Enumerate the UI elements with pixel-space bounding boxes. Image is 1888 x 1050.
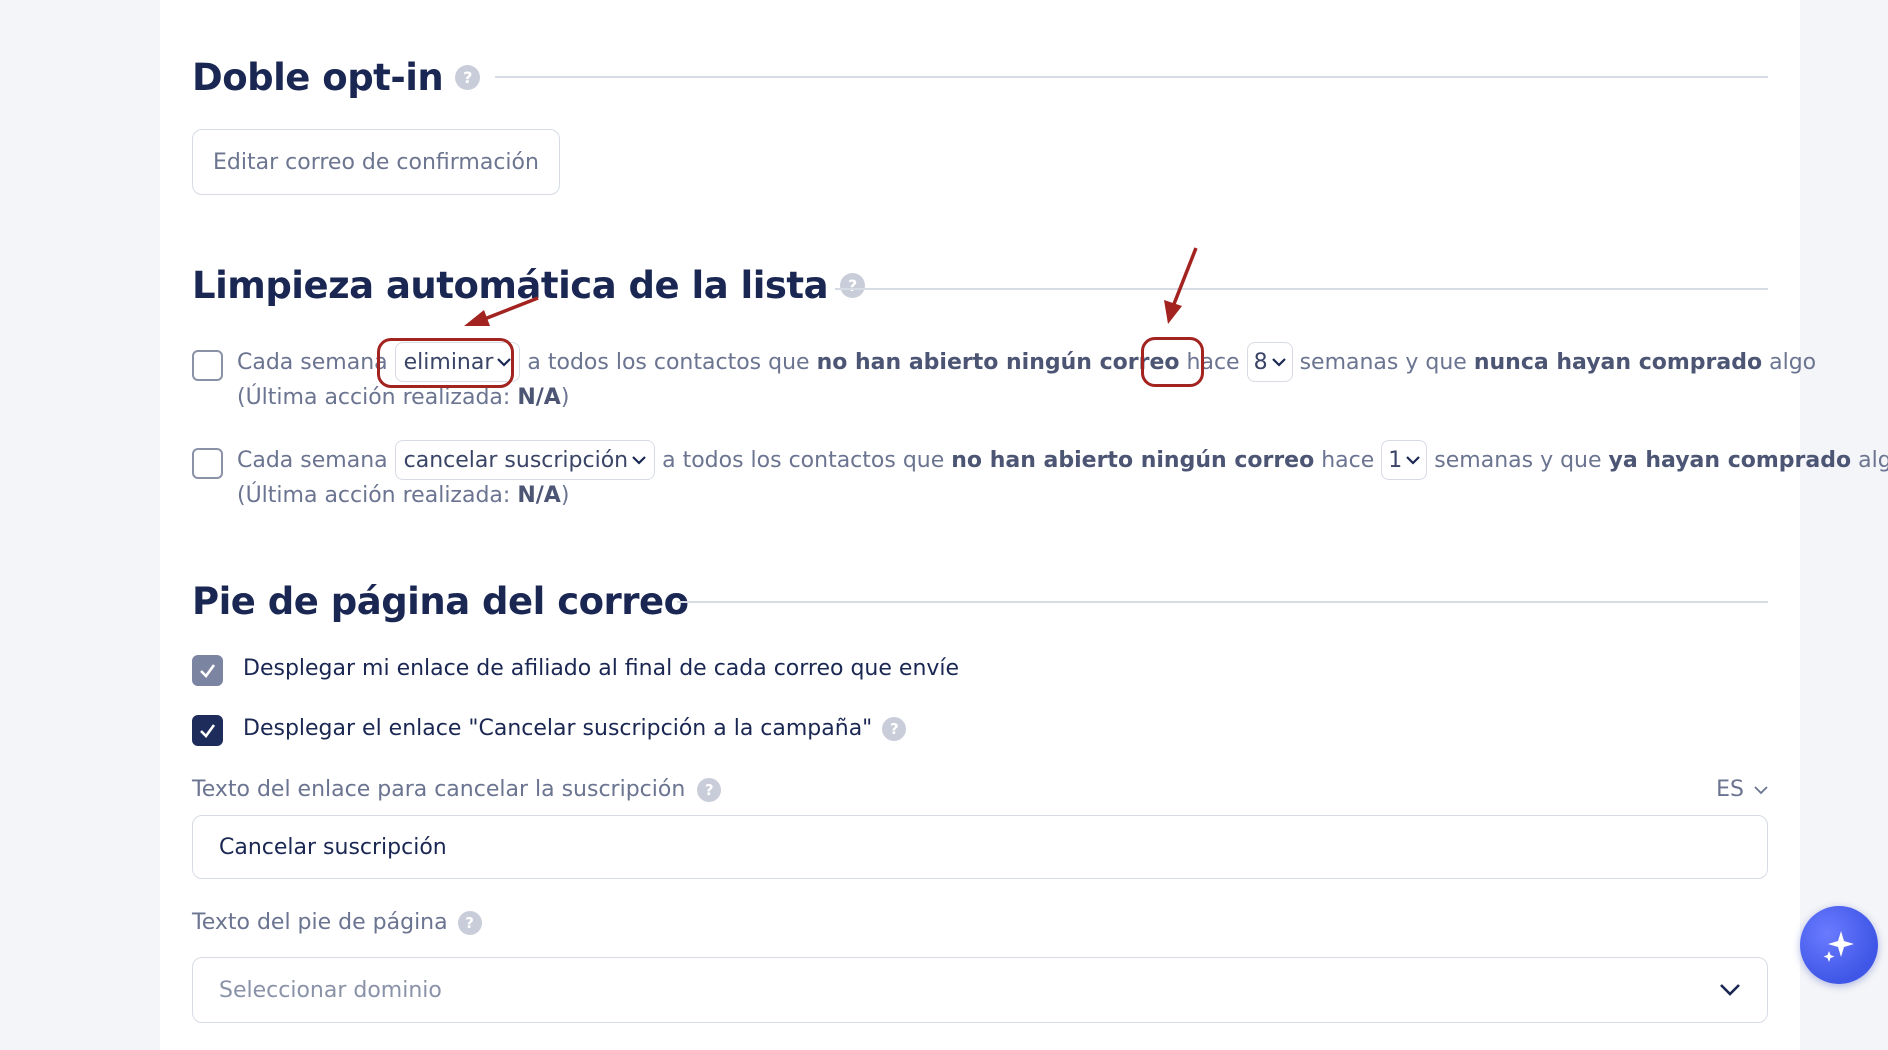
weeks-select-value: 1 [1388, 447, 1403, 473]
sparkle-icon [1823, 931, 1854, 962]
double-optin-header: Doble opt-in ? [192, 56, 481, 99]
check-icon [200, 724, 216, 738]
unsubscribe-link-option: Desplegar el enlace "Cancelar suscripció… [243, 716, 907, 741]
arrow-icon [1164, 247, 1198, 324]
last-action-value: N/A [517, 483, 561, 508]
cleanup-rule-1-checkbox[interactable] [192, 350, 223, 381]
cleanup-rule-2-last-action: (Última acción realizada: N/A) [237, 483, 569, 508]
footer-text-label-text: Texto del pie de página [192, 910, 448, 935]
chevron-down-icon [1406, 456, 1421, 465]
help-icon[interactable]: ? [697, 777, 722, 802]
chevron-down-icon [632, 456, 646, 465]
footer-header: Pie de página del correo [192, 580, 689, 623]
help-icon[interactable]: ? [457, 910, 482, 935]
action-select[interactable]: cancelar suscripción [394, 440, 656, 480]
rule-bold-text: nunca hayan comprado [1473, 349, 1763, 375]
edit-confirmation-email-button[interactable]: Editar correo de confirmación [192, 129, 560, 195]
rule-text: semanas y que [1299, 349, 1467, 375]
unsubscribe-link-label: Desplegar el enlace "Cancelar suscripció… [243, 716, 873, 741]
rule-text: Cada semana [237, 349, 388, 375]
help-icon[interactable]: ? [882, 716, 907, 741]
unsubscribe-link-checkbox[interactable] [192, 715, 223, 746]
cleanup-rule-1-last-action: (Última acción realizada: N/A) [237, 385, 569, 410]
footer-title: Pie de página del correo [192, 580, 689, 623]
arrow-icon [464, 296, 539, 326]
rule-text: a todos los contactos que [527, 349, 810, 375]
domain-select-placeholder: Seleccionar dominio [219, 977, 442, 1003]
language-value: ES [1716, 777, 1744, 802]
chevron-down-icon [1754, 785, 1768, 794]
check-icon [200, 664, 216, 678]
weeks-select[interactable]: 8 [1246, 342, 1293, 382]
divider [495, 76, 1768, 78]
last-action-label: (Última acción realizada: [237, 483, 511, 508]
rule-bold-text: no han abierto ningún correo [816, 349, 1180, 375]
settings-panel: Doble opt-in ? Editar correo de confirma… [160, 0, 1888, 1050]
cleanup-rule-2: Cada semana cancelar suscripción a todos… [237, 439, 1888, 481]
cleanup-rule-2-checkbox[interactable] [192, 448, 223, 479]
double-optin-title: Doble opt-in [192, 56, 444, 99]
divider [835, 288, 1768, 290]
rule-text: algo [1769, 349, 1817, 375]
chevron-down-icon [1720, 984, 1740, 996]
action-select-value: cancelar suscripción [403, 447, 629, 473]
rule-bold-text: ya hayan comprado [1608, 447, 1852, 473]
rule-text: hace [1321, 447, 1375, 473]
last-action-close: ) [560, 483, 570, 508]
rule-bold-text: no han abierto ningún correo [951, 447, 1315, 473]
rule-text: Cada semana [237, 447, 388, 473]
help-icon[interactable]: ? [455, 65, 481, 90]
ai-assistant-button[interactable] [1800, 906, 1878, 984]
weeks-select-value: 8 [1253, 349, 1268, 375]
affiliate-link-label: Desplegar mi enlace de afiliado al final… [243, 656, 960, 681]
rule-text: a todos los contactos que [662, 447, 945, 473]
unsubscribe-text-input[interactable]: Cancelar suscripción [192, 815, 1768, 879]
unsubscribe-text-label-text: Texto del enlace para cancelar la suscri… [192, 777, 686, 802]
help-icon[interactable]: ? [840, 273, 866, 298]
last-action-label: (Última acción realizada: [237, 385, 511, 410]
weeks-select[interactable]: 1 [1381, 440, 1428, 480]
language-select[interactable]: ES [1716, 777, 1768, 802]
rule-text: semanas y que [1434, 447, 1602, 473]
unsubscribe-text-label: Texto del enlace para cancelar la suscri… [192, 777, 722, 802]
chevron-down-icon [1271, 358, 1286, 367]
annotation-box-weeks [1141, 337, 1204, 387]
domain-select[interactable]: Seleccionar dominio [192, 957, 1768, 1023]
footer-text-label: Texto del pie de página ? [192, 910, 482, 935]
last-action-close: ) [560, 385, 570, 410]
affiliate-link-checkbox[interactable] [192, 655, 223, 686]
rule-text: algo [1858, 447, 1888, 473]
annotation-box-action [377, 338, 514, 388]
divider [677, 601, 1768, 603]
last-action-value: N/A [517, 385, 561, 410]
